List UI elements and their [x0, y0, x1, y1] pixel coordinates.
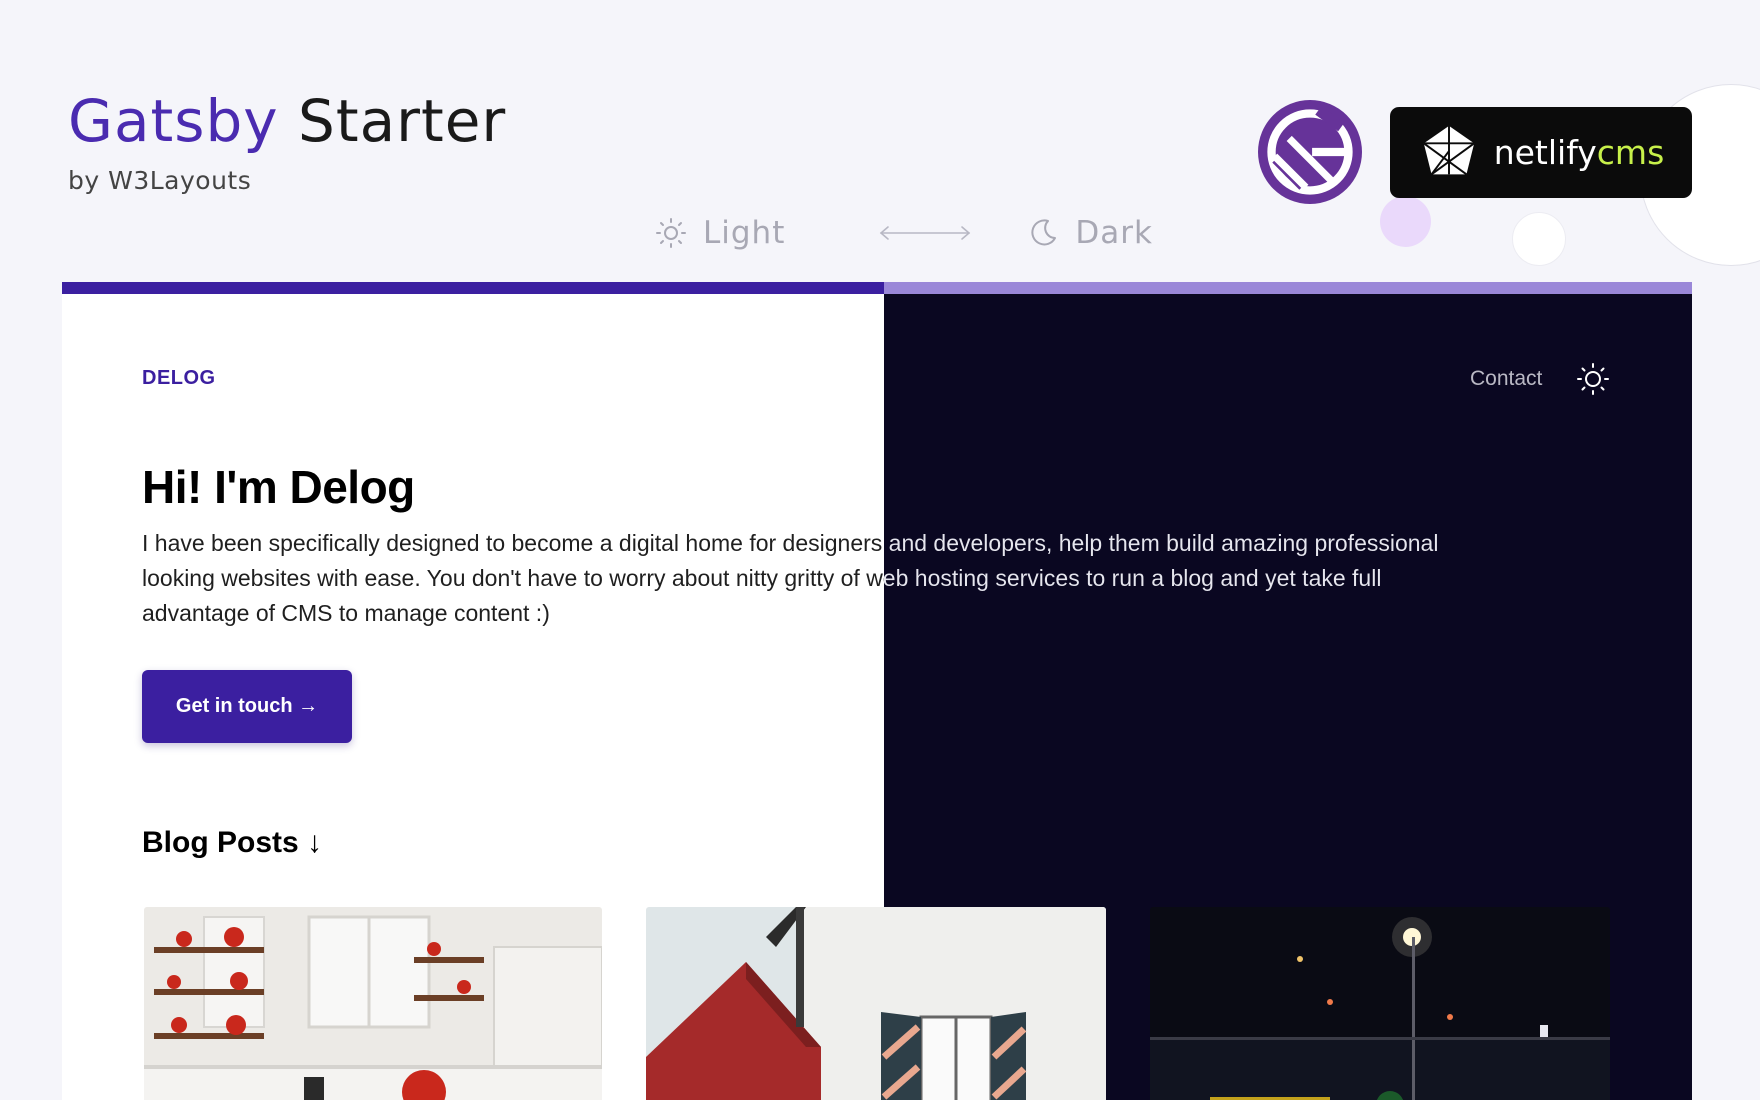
blog-post-card[interactable]: [1150, 907, 1610, 1100]
cms-wordmark: cms: [1596, 133, 1665, 172]
sun-icon: [1577, 363, 1609, 395]
moon-icon: [1031, 219, 1057, 246]
netlify-logo-icon: [1422, 125, 1475, 175]
byline: by W3Layouts: [68, 166, 252, 195]
title-rest: Starter: [298, 87, 507, 155]
theme-toggle-button[interactable]: [1576, 362, 1610, 396]
netlify-cms-badge: netlifycms: [1390, 107, 1692, 198]
night-street-photo: [1150, 907, 1610, 1100]
title-accent: Gatsby: [68, 87, 279, 155]
nav-contact-link[interactable]: Contact: [1470, 367, 1542, 391]
brand: Gatsby Starter by W3Layouts: [68, 92, 506, 195]
decorative-dot-white: [1512, 212, 1566, 266]
blog-post-card[interactable]: [144, 907, 602, 1100]
decorative-dot-purple: [1380, 196, 1431, 247]
get-in-touch-button[interactable]: Get in touch →: [142, 670, 352, 743]
sun-icon: [656, 218, 686, 248]
blog-post-card[interactable]: [646, 907, 1106, 1100]
site-logo[interactable]: DELOG: [142, 367, 216, 390]
site-preview: DELOG Contact Hi! I'm Delog I have been …: [62, 282, 1692, 1100]
hero-title: Hi! I'm Delog: [142, 461, 415, 513]
dark-label: Dark: [1075, 215, 1153, 251]
blog-posts-heading: Blog Posts ↓: [142, 826, 323, 859]
gatsby-logo-icon: [1258, 100, 1362, 204]
hero-description: I have been specifically designed to bec…: [142, 526, 1462, 631]
dark-mode-label: Dark: [1027, 215, 1153, 251]
theme-comparison: Light Dark: [655, 215, 1153, 251]
netlify-wordmark: netlify: [1493, 133, 1597, 172]
kitchen-photo: [144, 907, 602, 1100]
page-title: Gatsby Starter: [68, 92, 506, 150]
light-label: Light: [703, 215, 786, 251]
double-arrow-icon: [880, 226, 971, 240]
top-bar-light: [62, 282, 884, 294]
building-photo: [646, 907, 1106, 1100]
light-mode-label: Light: [655, 215, 785, 251]
top-bar-dark: [884, 282, 1692, 294]
